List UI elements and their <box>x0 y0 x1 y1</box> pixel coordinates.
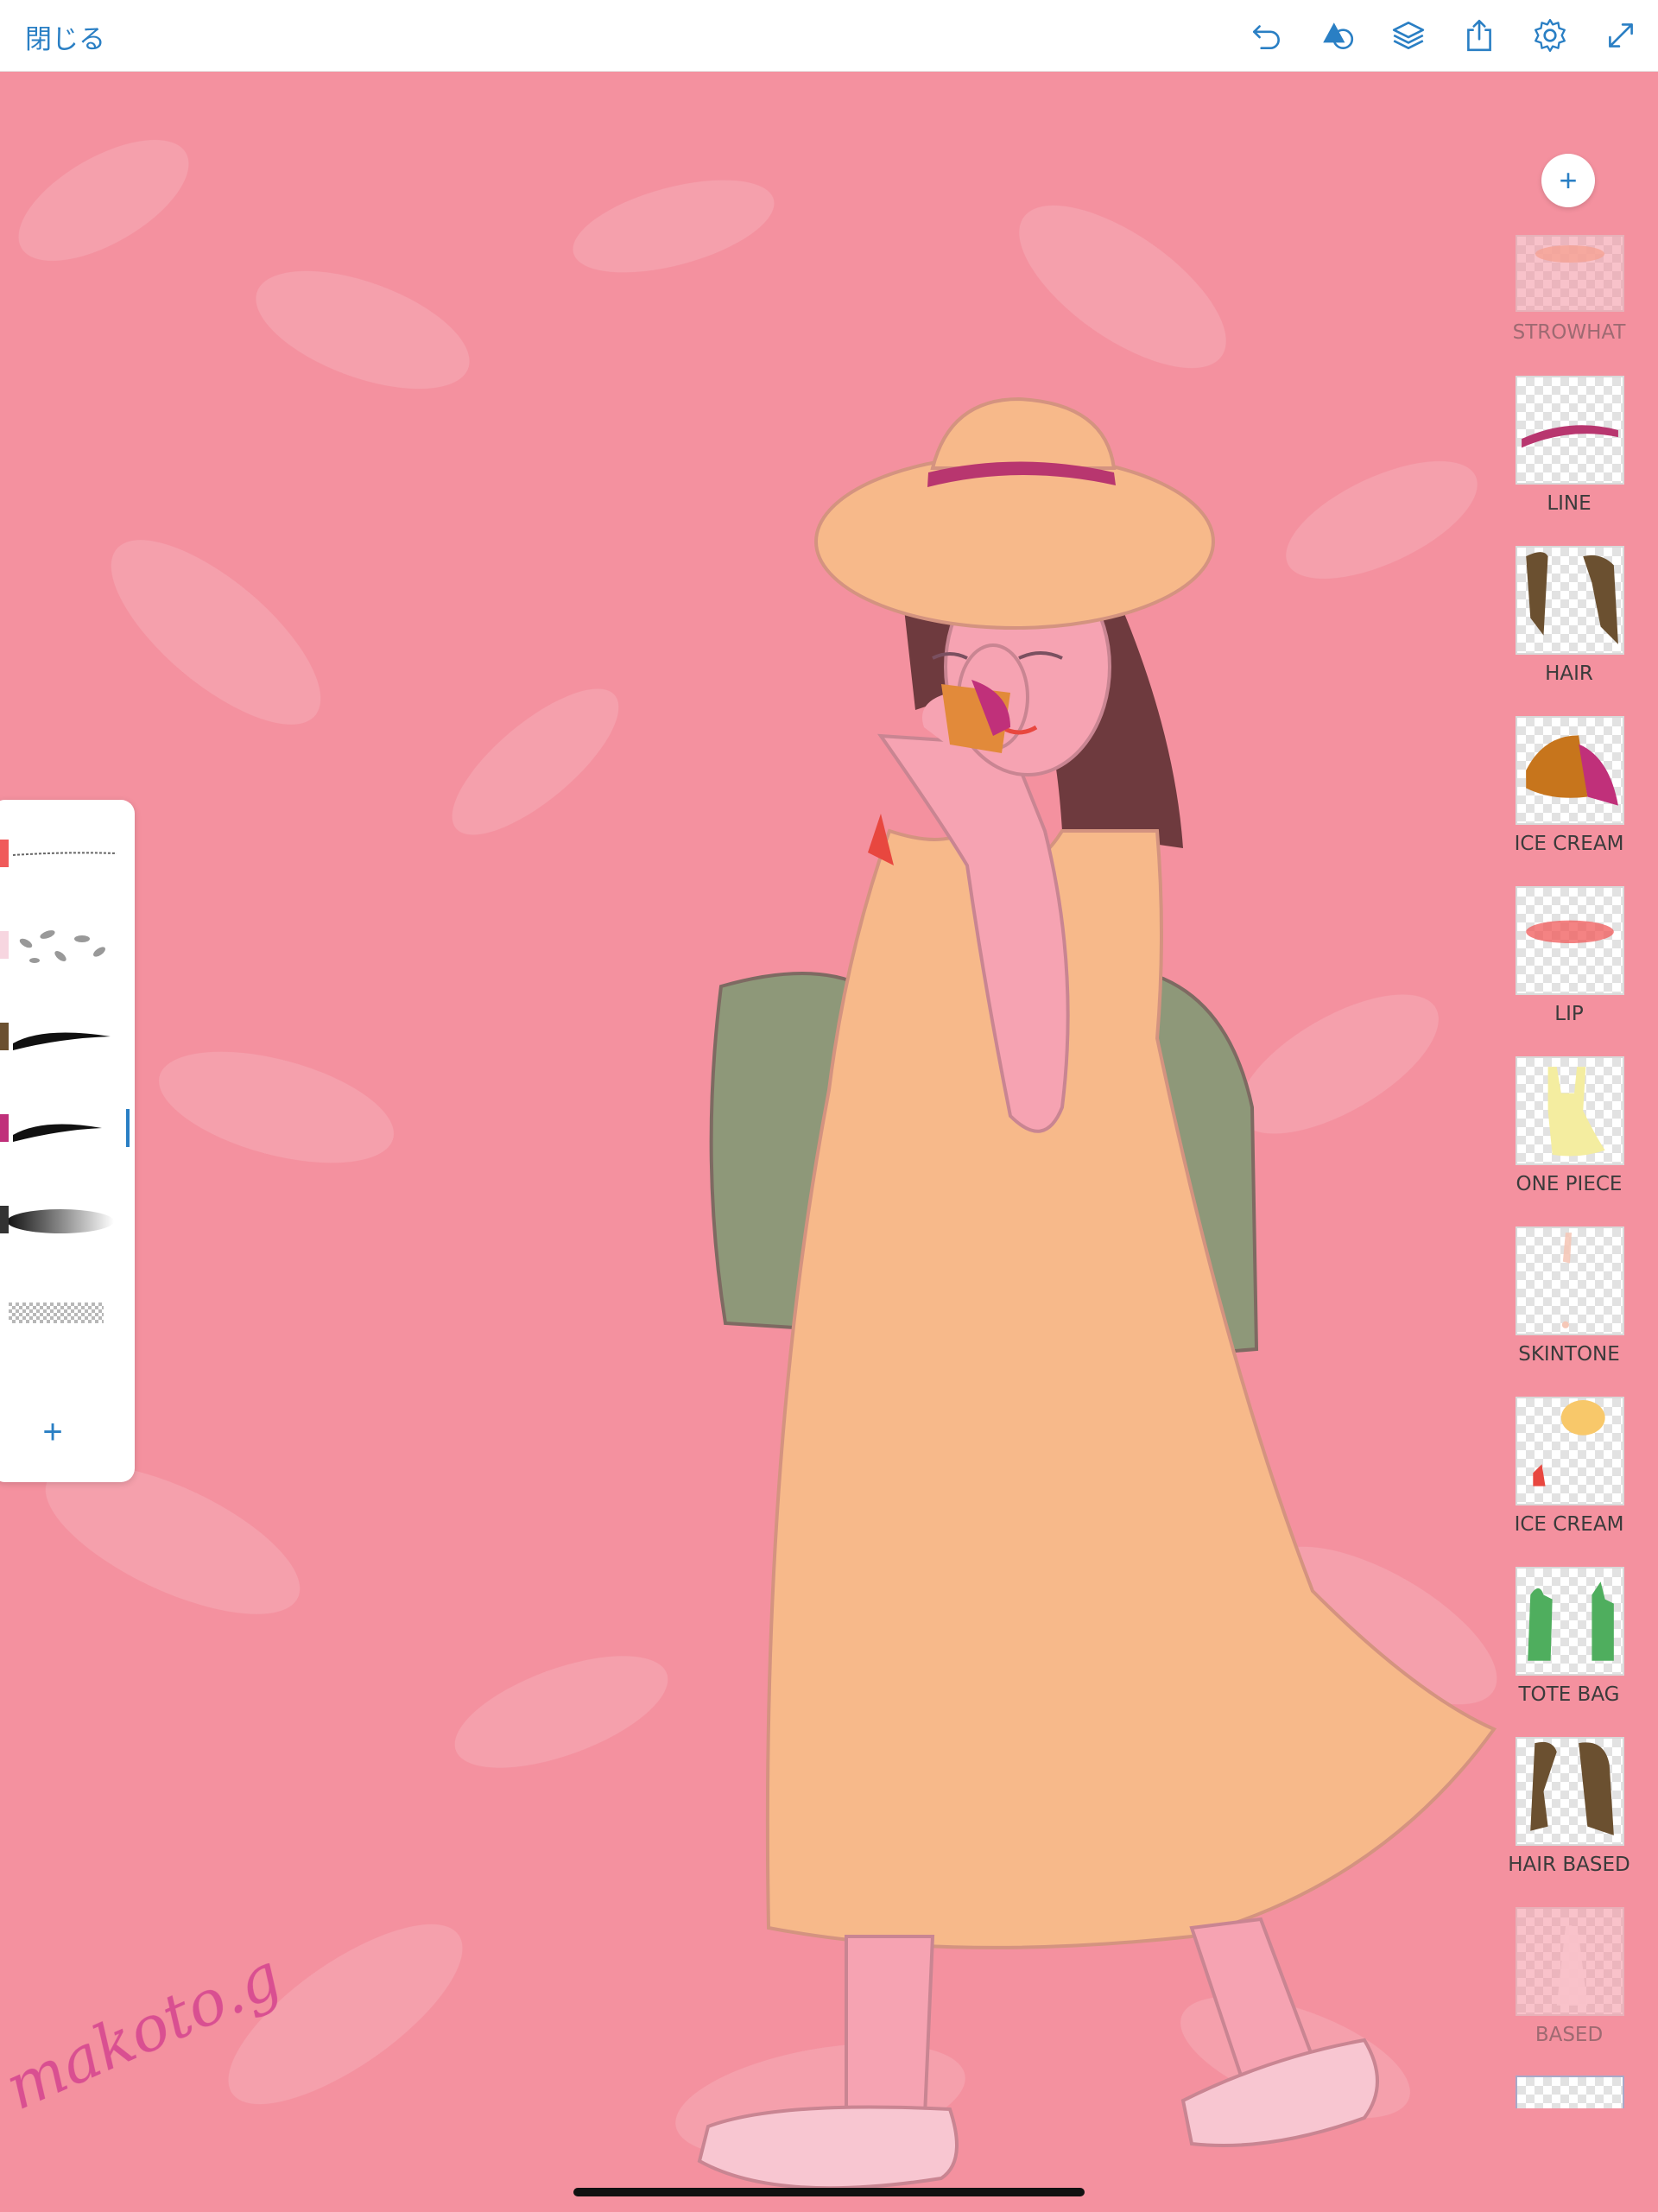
layer-hair[interactable]: HAIR <box>1504 546 1634 710</box>
layer-label: SKINTONE <box>1518 1343 1620 1366</box>
layer-thumbnail <box>1516 1226 1624 1335</box>
layer-ice-cream[interactable]: ICE CREAM <box>1504 716 1634 880</box>
fullscreen-button[interactable] <box>1599 14 1642 57</box>
brush-color-swatch <box>0 1114 9 1142</box>
share-button[interactable] <box>1458 14 1501 57</box>
layer-partial[interactable] <box>1504 2076 1634 2110</box>
layer-tote-bag[interactable]: TOTE BAG <box>1504 1567 1634 1731</box>
home-indicator <box>573 2188 1085 2196</box>
layer-label: ICE CREAM <box>1514 1513 1624 1536</box>
layer-label: STROWHAT <box>1512 321 1626 344</box>
layer-label: TOTE BAG <box>1518 1683 1620 1706</box>
layer-thumbnail <box>1516 716 1624 825</box>
layer-label: LIP <box>1554 1003 1584 1025</box>
ink-brush-icon <box>13 1032 111 1050</box>
layer-thumbnail <box>1516 1567 1624 1676</box>
active-brush-indicator <box>126 1109 130 1147</box>
layer-lip[interactable]: LIP <box>1504 886 1634 1050</box>
pencil-brush-icon <box>12 852 117 856</box>
brush-panel: + <box>0 800 135 1482</box>
shapes-icon <box>1323 22 1354 50</box>
artwork <box>0 71 1658 2212</box>
share-icon <box>1467 19 1491 52</box>
layer-thumbnail <box>1516 376 1624 485</box>
brush-ink-magenta[interactable] <box>0 1092 130 1164</box>
airbrush-icon <box>9 1209 114 1233</box>
layer-hair-based[interactable]: HAIR BASED <box>1504 1737 1634 1901</box>
layers-icon <box>1392 21 1425 50</box>
layer-strowhat[interactable]: STROWHAT <box>1504 235 1634 399</box>
drawing-canvas[interactable] <box>0 71 1658 2212</box>
brush-airbrush[interactable] <box>0 1183 130 1256</box>
close-button[interactable]: 閉じる <box>25 17 105 56</box>
layer-label: ONE PIECE <box>1516 1173 1623 1195</box>
add-layer-button[interactable]: + <box>1541 154 1595 207</box>
brush-pencil[interactable] <box>0 817 130 890</box>
leaf-scatter-brush-icon <box>19 930 105 963</box>
layer-label: ICE CREAM <box>1514 833 1624 855</box>
brush-color-swatch <box>0 1206 9 1233</box>
brush-leaf-scatter[interactable] <box>0 909 130 981</box>
layer-line[interactable]: LINE <box>1504 376 1634 540</box>
add-brush-button[interactable]: + <box>29 1409 76 1455</box>
layer-based[interactable]: BASED <box>1504 1907 1634 2071</box>
layer-thumbnail <box>1516 1737 1624 1846</box>
layer-label: LINE <box>1547 492 1592 515</box>
brush-color-swatch <box>0 840 9 867</box>
eraser-brush-icon <box>9 1302 104 1323</box>
layer-label: HAIR <box>1545 662 1593 685</box>
settings-button[interactable] <box>1528 14 1572 57</box>
top-toolbar: 閉じる <box>0 0 1658 72</box>
layer-thumbnail <box>1516 546 1624 655</box>
layers-button[interactable] <box>1387 14 1430 57</box>
brush-color-swatch <box>0 931 9 959</box>
layer-thumbnail <box>1516 1056 1624 1165</box>
undo-button[interactable] <box>1245 14 1288 57</box>
settings-icon <box>1535 18 1566 53</box>
layer-label: HAIR BASED <box>1508 1854 1630 1876</box>
layer-one-piece[interactable]: ONE PIECE <box>1504 1056 1634 1220</box>
layer-label: BASED <box>1535 2024 1604 2046</box>
layer-thumbnail <box>1516 1397 1624 1505</box>
layer-skintone[interactable]: SKINTONE <box>1504 1226 1634 1391</box>
undo-icon <box>1252 25 1280 50</box>
layer-ice-cream-2[interactable]: ICE CREAM <box>1504 1397 1634 1561</box>
layer-thumbnail <box>1516 886 1624 995</box>
fullscreen-icon <box>1609 23 1633 48</box>
layer-thumbnail <box>1516 2076 1624 2108</box>
shapes-button[interactable] <box>1316 14 1359 57</box>
brush-eraser[interactable] <box>0 1275 130 1347</box>
brush-color-swatch <box>0 1023 9 1050</box>
ink-brush-icon <box>13 1124 102 1142</box>
brush-ink-brown[interactable] <box>0 1000 130 1073</box>
layer-thumbnail <box>1516 1907 1624 2016</box>
layer-thumbnail <box>1516 235 1624 312</box>
